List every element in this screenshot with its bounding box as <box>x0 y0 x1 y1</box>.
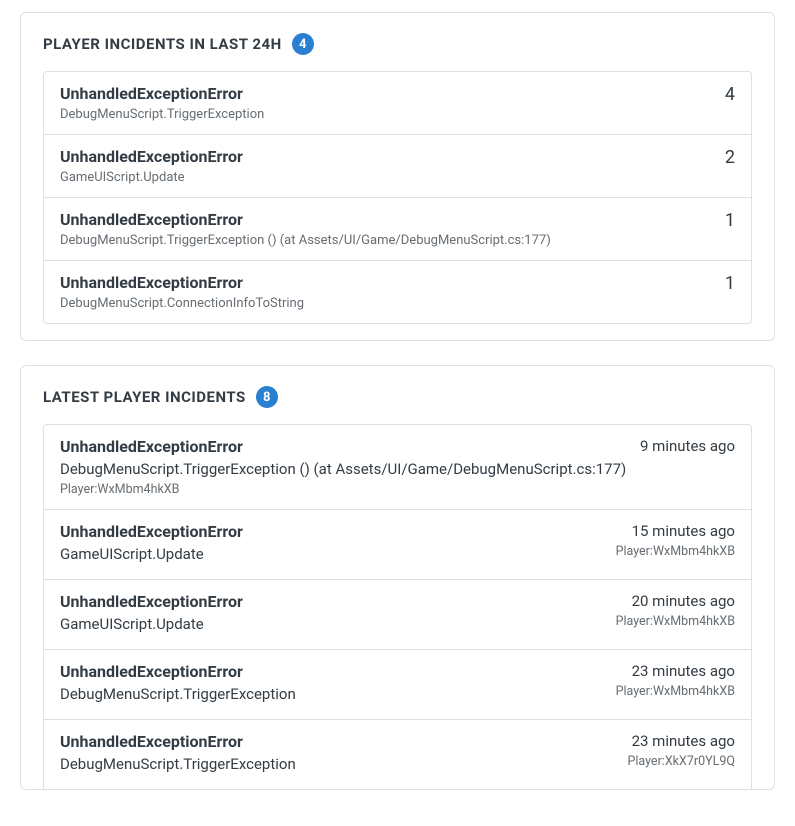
incident-row[interactable]: UnhandledExceptionError DebugMenuScript.… <box>44 72 751 135</box>
incident-title: UnhandledExceptionError <box>60 210 713 229</box>
incident-detail: GameUIScript.Update <box>60 545 604 563</box>
incident-player: Player:WxMbm4hkXB <box>616 544 735 559</box>
panel-24h-incidents: PLAYER INCIDENTS IN LAST 24H 4 Unhandled… <box>20 12 775 341</box>
incident-player: Player:WxMbm4hkXB <box>60 482 628 497</box>
incident-detail: DebugMenuScript.TriggerException () (at … <box>60 233 713 248</box>
incident-count: 2 <box>725 147 735 168</box>
panel-24h-badge: 4 <box>292 33 314 55</box>
incident-title: UnhandledExceptionError <box>60 84 713 103</box>
incident-time: 20 minutes ago <box>616 592 735 610</box>
incident-detail: DebugMenuScript.TriggerException <box>60 107 713 122</box>
incident-row[interactable]: UnhandledExceptionError DebugMenuScript.… <box>44 261 751 323</box>
incident-row[interactable]: UnhandledExceptionError DebugMenuScript.… <box>44 720 751 789</box>
incident-title: UnhandledExceptionError <box>60 147 713 166</box>
incident-time: 15 minutes ago <box>616 522 735 540</box>
incident-title: UnhandledExceptionError <box>60 437 628 456</box>
incident-title: UnhandledExceptionError <box>60 522 604 541</box>
incident-count: 4 <box>725 84 735 105</box>
incident-detail: DebugMenuScript.TriggerException <box>60 755 615 773</box>
incident-row[interactable]: UnhandledExceptionError GameUIScript.Upd… <box>44 135 751 198</box>
incident-count: 1 <box>725 273 735 294</box>
incident-detail: DebugMenuScript.TriggerException <box>60 685 604 703</box>
incident-detail: DebugMenuScript.TriggerException () (at … <box>60 460 628 478</box>
incident-detail: GameUIScript.Update <box>60 170 713 185</box>
incident-row[interactable]: UnhandledExceptionError DebugMenuScript.… <box>44 198 751 261</box>
incident-row[interactable]: UnhandledExceptionError DebugMenuScript.… <box>44 425 751 510</box>
incident-time: 23 minutes ago <box>616 662 735 680</box>
panel-latest-header: LATEST PLAYER INCIDENTS 8 <box>43 386 752 408</box>
panel-24h-title: PLAYER INCIDENTS IN LAST 24H <box>43 35 282 53</box>
incident-title: UnhandledExceptionError <box>60 592 604 611</box>
panel-latest-title: LATEST PLAYER INCIDENTS <box>43 388 246 406</box>
incident-time: 9 minutes ago <box>640 437 735 455</box>
incident-count: 1 <box>725 210 735 231</box>
incident-detail: GameUIScript.Update <box>60 615 604 633</box>
incident-24h-list: UnhandledExceptionError DebugMenuScript.… <box>43 71 752 324</box>
incident-row[interactable]: UnhandledExceptionError GameUIScript.Upd… <box>44 580 751 650</box>
incident-title: UnhandledExceptionError <box>60 662 604 681</box>
incident-latest-list: UnhandledExceptionError DebugMenuScript.… <box>43 424 752 789</box>
incident-row[interactable]: UnhandledExceptionError GameUIScript.Upd… <box>44 510 751 580</box>
panel-latest-badge: 8 <box>256 386 278 408</box>
incident-row[interactable]: UnhandledExceptionError DebugMenuScript.… <box>44 650 751 720</box>
incident-title: UnhandledExceptionError <box>60 732 615 751</box>
incident-player: Player:WxMbm4hkXB <box>616 684 735 699</box>
incident-title: UnhandledExceptionError <box>60 273 713 292</box>
panel-24h-header: PLAYER INCIDENTS IN LAST 24H 4 <box>43 33 752 55</box>
panel-latest-incidents: LATEST PLAYER INCIDENTS 8 UnhandledExcep… <box>20 365 775 790</box>
incident-time: 23 minutes ago <box>627 732 735 750</box>
incident-player: Player:WxMbm4hkXB <box>616 614 735 629</box>
incident-detail: DebugMenuScript.ConnectionInfoToString <box>60 296 713 311</box>
